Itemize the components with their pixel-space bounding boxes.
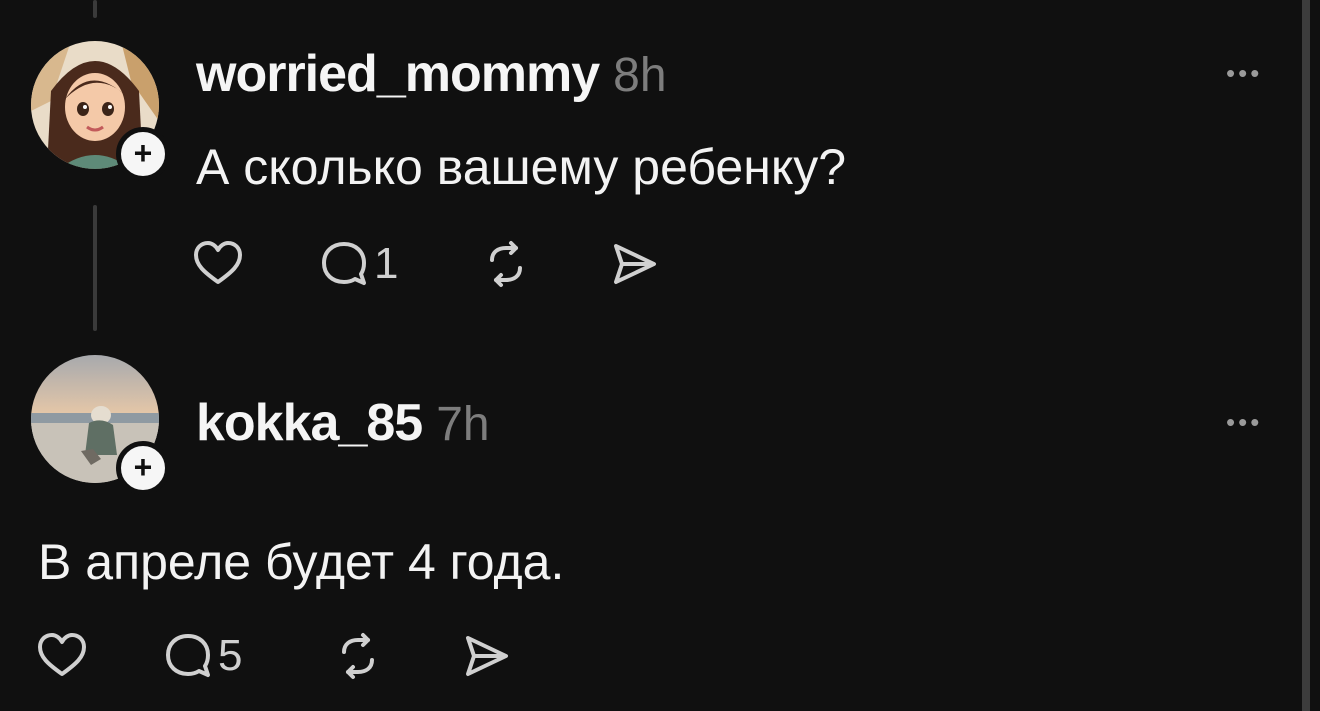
- username[interactable]: kokka_85: [196, 394, 423, 452]
- share-button[interactable]: [460, 630, 512, 682]
- username[interactable]: worried_mommy: [196, 45, 600, 103]
- like-button[interactable]: [192, 238, 318, 290]
- thread-line: [93, 205, 97, 331]
- heart-icon: [194, 241, 242, 284]
- reply-count: 5: [218, 631, 243, 680]
- comment-icon: [322, 242, 366, 285]
- more-options-button[interactable]: •••: [1226, 58, 1262, 89]
- post-actions: 1: [192, 238, 660, 290]
- more-icon: •••: [1226, 58, 1263, 88]
- share-button[interactable]: [608, 238, 660, 290]
- repost-button[interactable]: [480, 238, 608, 290]
- reply-button[interactable]: 5: [162, 630, 332, 682]
- scroll-edge: [1302, 0, 1310, 711]
- reply-count: 1: [374, 239, 399, 288]
- repost-icon: [342, 633, 374, 679]
- send-icon: [466, 636, 508, 676]
- follow-plus-label: +: [133, 449, 153, 485]
- post-actions: 5: [36, 630, 512, 682]
- post-header: kokka_85 7h: [196, 393, 490, 453]
- repost-icon: [490, 241, 522, 287]
- follow-button[interactable]: +: [116, 127, 170, 181]
- heart-icon: [38, 633, 86, 676]
- post-time: 8h: [613, 49, 667, 102]
- post-text: В апреле будет 4 года.: [38, 534, 565, 590]
- repost-button[interactable]: [332, 630, 460, 682]
- like-button[interactable]: [36, 630, 162, 682]
- send-icon: [614, 244, 656, 284]
- follow-button[interactable]: +: [116, 441, 170, 495]
- post-time: 7h: [436, 398, 490, 451]
- more-options-button[interactable]: •••: [1226, 407, 1262, 438]
- comment-icon: [166, 634, 210, 677]
- post-header: worried_mommy 8h: [196, 44, 667, 104]
- follow-plus-label: +: [133, 135, 153, 171]
- post-text: А сколько вашему ребенку?: [196, 139, 847, 195]
- thread-line-top: [93, 0, 97, 18]
- more-icon: •••: [1226, 407, 1263, 437]
- reply-button[interactable]: 1: [318, 238, 480, 290]
